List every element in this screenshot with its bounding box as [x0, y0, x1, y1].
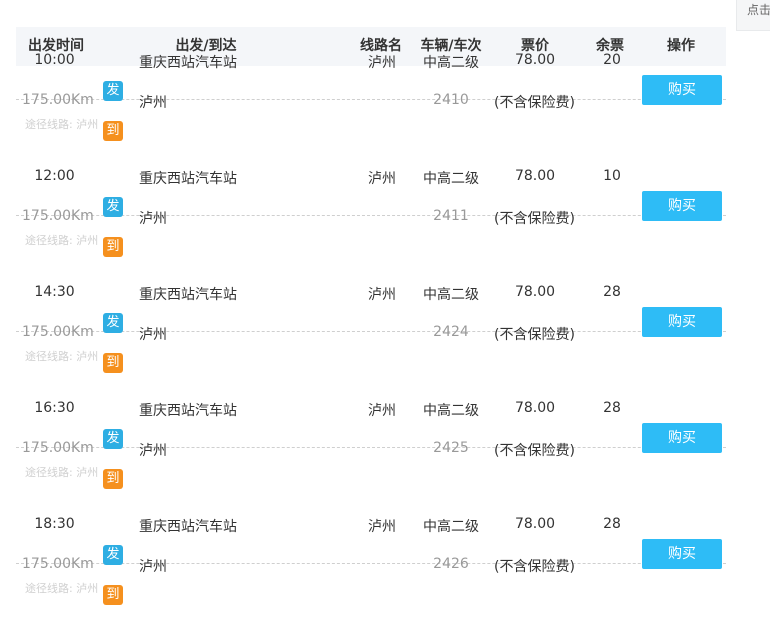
- departure-time: 18:30: [34, 516, 75, 532]
- ticket-price: 78.00: [514, 516, 556, 532]
- trip-row: 16:30 175.00Km 途径线路: 泸州发到重庆西站汽车站 泸州 泸州 中高二级 24…: [16, 332, 726, 489]
- departure-station: 重庆西站汽车站: [139, 171, 237, 187]
- departure-badge-icon: 发: [103, 545, 123, 565]
- remaining-seats: 20: [603, 52, 621, 68]
- remaining-seats: 28: [603, 516, 621, 532]
- trip-row: 14:30 175.00Km 途径线路: 泸州发到重庆西站汽车站 泸州 泸州 中高二级 24…: [16, 216, 726, 373]
- distance: 175.00Km: [22, 556, 94, 572]
- ticket-price: 78.00: [514, 400, 556, 416]
- departure-station: 重庆西站汽车站: [139, 519, 237, 535]
- price-note: (不含保险费): [494, 559, 575, 575]
- departure-station: 重庆西站汽车站: [139, 287, 237, 303]
- departure-time: 12:00: [34, 168, 75, 184]
- ticket-price: 78.00: [514, 284, 556, 300]
- line-name: 泸州: [368, 171, 396, 187]
- vehicle-class: 中高二级: [423, 287, 479, 303]
- departure-time: 16:30: [34, 400, 75, 416]
- via-route: 途径线路: 泸州: [25, 582, 99, 595]
- vehicle-class: 中高二级: [423, 403, 479, 419]
- line-name: 泸州: [368, 403, 396, 419]
- departure-station: 重庆西站汽车站: [139, 403, 237, 419]
- departure-station: 重庆西站汽车站: [139, 55, 237, 71]
- trip-row: 18:30 175.00Km 途径线路: 泸州发到重庆西站汽车站 泸州 泸州 中高二级 24…: [16, 448, 726, 605]
- departure-badge-icon: 发: [103, 313, 123, 333]
- departure-badge-icon: 发: [103, 429, 123, 449]
- vehicle-class: 中高二级: [423, 171, 479, 187]
- departure-badge-icon: 发: [103, 197, 123, 217]
- arrival-badge-icon: 到: [103, 585, 123, 605]
- vehicle-class: 中高二级: [423, 519, 479, 535]
- ticket-price: 78.00: [514, 52, 556, 68]
- bus-schedule-page: 点击 出发时间 出发/到达 线路名 车辆/车次 票价 余票 操作 10:00 17…: [0, 0, 770, 629]
- buy-button[interactable]: 购买: [642, 539, 722, 569]
- departure-badge-icon: 发: [103, 81, 123, 101]
- line-name: 泸州: [368, 55, 396, 71]
- side-tab[interactable]: 点击: [736, 0, 770, 31]
- departure-time: 14:30: [34, 284, 75, 300]
- trip-row: 12:00 175.00Km 途径线路: 泸州发到重庆西站汽车站 泸州 泸州 中高二级 24…: [16, 100, 726, 257]
- arrival-station: 泸州: [139, 559, 167, 575]
- departure-time: 10:00: [34, 52, 75, 68]
- remaining-seats: 28: [603, 400, 621, 416]
- remaining-seats: 10: [603, 168, 621, 184]
- ticket-price: 78.00: [514, 168, 556, 184]
- line-name: 泸州: [368, 519, 396, 535]
- trip-number: 2426: [433, 556, 469, 572]
- trip-row: 10:00 175.00Km 途径线路: 泸州发到重庆西站汽车站 泸州 泸州 中高二级 24…: [16, 0, 726, 141]
- line-name: 泸州: [368, 287, 396, 303]
- vehicle-class: 中高二级: [423, 55, 479, 71]
- remaining-seats: 28: [603, 284, 621, 300]
